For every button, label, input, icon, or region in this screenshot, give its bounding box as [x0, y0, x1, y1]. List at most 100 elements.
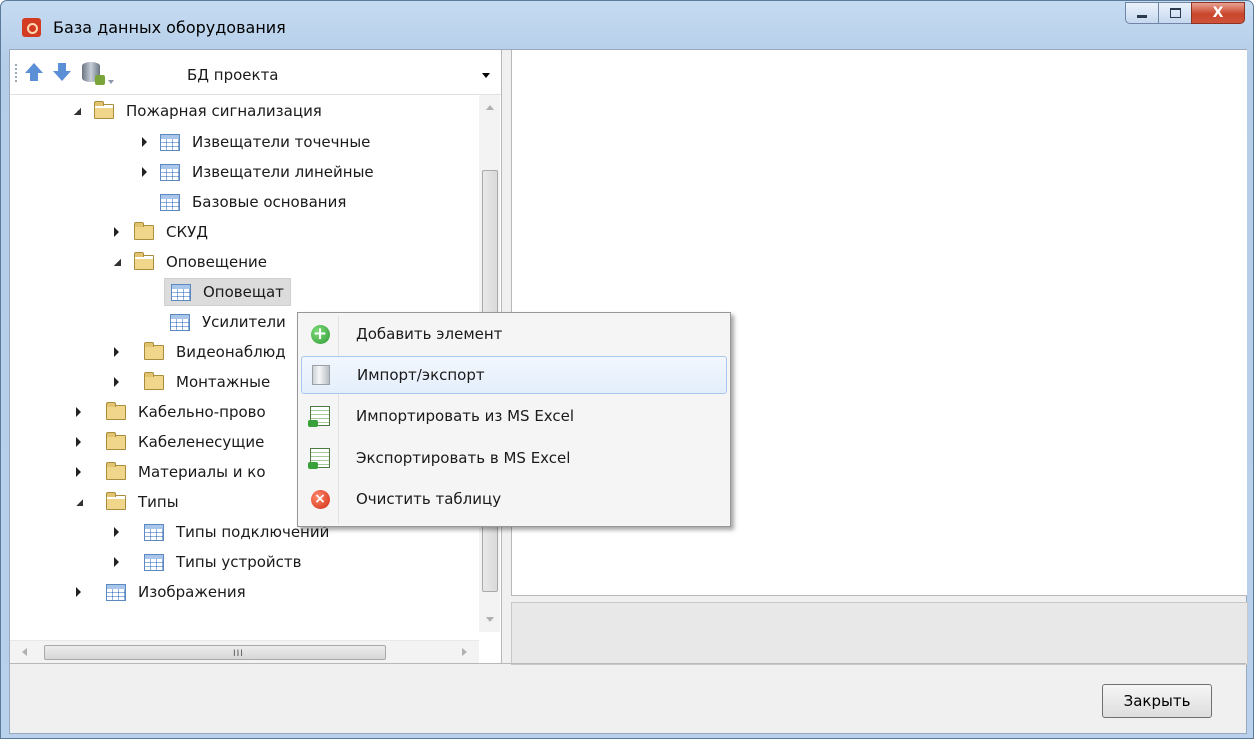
db-select-value: БД проекта	[187, 66, 279, 84]
tree-node[interactable]: Видеонаблюд	[114, 338, 286, 366]
maximize-icon	[1169, 8, 1181, 18]
tree-node[interactable]: СКУД	[114, 218, 208, 246]
folder-icon	[106, 401, 126, 420]
collapsed-icon[interactable]	[76, 587, 81, 597]
footer-divider	[10, 663, 1246, 664]
tree-node-label: Изображения	[138, 583, 246, 601]
details-preview-panel	[511, 602, 1248, 665]
collapsed-icon[interactable]	[76, 437, 81, 447]
collapsed-icon[interactable]	[114, 377, 119, 387]
folder-icon	[134, 221, 154, 240]
menu-item-add-element[interactable]: + Добавить элемент	[301, 315, 725, 353]
close-window-button[interactable]: X	[1191, 2, 1245, 24]
menu-item-import-export[interactable]: Импорт/экспорт	[301, 356, 727, 394]
tree-node[interactable]: Пожарная сигнализация	[74, 97, 322, 125]
clear-red-icon: ×	[310, 489, 330, 509]
tree-node[interactable]: Материалы и ко	[76, 458, 266, 486]
move-down-button[interactable]	[51, 61, 73, 83]
database-settings-button[interactable]	[80, 61, 105, 85]
tree-node-label: Оповещат	[203, 283, 284, 301]
table-icon	[144, 523, 164, 541]
scroll-left-icon[interactable]	[22, 648, 27, 656]
table-icon	[106, 583, 126, 601]
folder-icon	[144, 341, 164, 360]
menu-item-export-excel[interactable]: Экспортировать в MS Excel	[301, 439, 725, 477]
tree-node[interactable]: Типы устройств	[114, 548, 301, 576]
table-icon	[160, 163, 180, 181]
table-icon	[160, 133, 180, 151]
add-green-icon: +	[310, 324, 330, 344]
toolbar-grip[interactable]	[15, 64, 17, 82]
menu-item-import-excel[interactable]: Импортировать из MS Excel	[301, 397, 725, 435]
db-select[interactable]: БД проекта	[177, 61, 499, 89]
window-title: База данных оборудования	[53, 18, 286, 37]
collapsed-icon[interactable]	[76, 467, 81, 477]
scroll-right-icon[interactable]	[462, 648, 467, 656]
tree-horizontal-scrollbar[interactable]: III	[10, 640, 479, 663]
collapsed-icon[interactable]	[76, 407, 81, 417]
tree-node-label: СКУД	[166, 223, 208, 241]
menu-item-label: Очистить таблицу	[356, 490, 502, 508]
toolbar-overflow-icon[interactable]	[108, 80, 114, 84]
document-icon	[311, 365, 331, 385]
database-settings-icon	[82, 62, 105, 85]
collapsed-icon[interactable]	[114, 557, 119, 567]
collapsed-icon[interactable]	[114, 527, 119, 537]
table-icon	[160, 193, 180, 211]
tree-node-label: Типы устройств	[176, 553, 302, 571]
menu-item-label: Импорт/экспорт	[357, 366, 485, 384]
tree-node[interactable]: Оповещение	[114, 248, 267, 276]
tree-node[interactable]: Типы	[76, 488, 179, 516]
tree-node[interactable]: Монтажные	[114, 368, 270, 396]
tree-node-label: Кабельно-прово	[138, 403, 266, 421]
tree-node[interactable]: Усилители	[170, 308, 286, 336]
tree-node-label: Типы	[138, 493, 179, 511]
move-up-button[interactable]	[23, 61, 45, 83]
scroll-grip: III	[233, 649, 244, 659]
scroll-up-icon[interactable]	[486, 105, 494, 110]
close-button[interactable]: Закрыть	[1102, 684, 1212, 718]
minimize-button[interactable]	[1125, 2, 1159, 24]
tree-node-label: Монтажные	[176, 373, 271, 391]
minimize-icon	[1137, 14, 1147, 18]
tree-node-selected[interactable]: Оповещат	[164, 278, 291, 306]
menu-item-label: Экспортировать в MS Excel	[356, 449, 571, 467]
close-icon: X	[1212, 5, 1224, 21]
context-menu: + Добавить элемент Импорт/экспорт Импорт…	[297, 312, 731, 527]
excel-export-icon	[308, 448, 330, 469]
excel-import-icon	[308, 406, 330, 427]
expanded-icon[interactable]	[114, 258, 121, 266]
table-icon	[144, 553, 164, 571]
title-bar[interactable]: База данных оборудования X	[1, 1, 1253, 51]
maximize-button[interactable]	[1158, 2, 1192, 24]
folder-open-icon	[94, 100, 114, 119]
tree-node[interactable]: Кабельно-прово	[76, 398, 266, 426]
expanded-icon[interactable]	[74, 107, 81, 115]
folder-icon	[106, 431, 126, 450]
menu-item-clear-table[interactable]: × Очистить таблицу	[301, 480, 725, 518]
tree-node[interactable]: Извещатели линейные	[142, 158, 374, 186]
folder-icon	[106, 461, 126, 480]
folder-open-icon	[134, 251, 154, 270]
tree-node-label: Усилители	[202, 313, 286, 331]
table-icon	[171, 283, 191, 301]
tree-node[interactable]: Базовые основания	[160, 188, 346, 216]
collapsed-icon[interactable]	[142, 167, 147, 177]
folder-icon	[144, 371, 164, 390]
expanded-icon[interactable]	[76, 498, 83, 506]
tree-node-label: Извещатели точечные	[192, 133, 371, 151]
horizontal-scroll-thumb[interactable]: III	[44, 645, 386, 660]
arrow-up-icon	[25, 63, 43, 81]
collapsed-icon[interactable]	[114, 227, 119, 237]
collapsed-icon[interactable]	[114, 347, 119, 357]
menu-item-label: Импортировать из MS Excel	[356, 407, 575, 425]
tree-node-label: Пожарная сигнализация	[126, 102, 322, 120]
app-icon	[22, 18, 41, 37]
collapsed-icon[interactable]	[142, 137, 147, 147]
menu-item-label: Добавить элемент	[356, 325, 503, 343]
tree-node[interactable]: Кабеленесущие	[76, 428, 264, 456]
scroll-down-icon[interactable]	[486, 617, 494, 622]
tree-node[interactable]: Изображения	[76, 578, 246, 606]
tree-node[interactable]: Извещатели точечные	[142, 128, 371, 156]
table-icon	[170, 313, 190, 331]
